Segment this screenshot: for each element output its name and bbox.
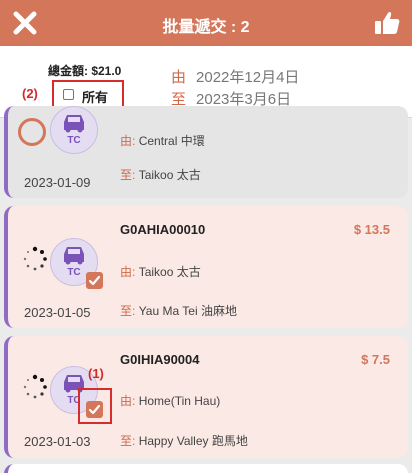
select-all-checkbox[interactable] xyxy=(63,89,74,100)
order-number: G0IHIA90004 xyxy=(120,352,200,367)
status-ring-icon xyxy=(18,118,46,146)
dropoff-location: 至: Taikoo 太古 xyxy=(120,168,201,182)
pickup-location: 由: Taikoo 太古 xyxy=(120,265,201,279)
order-date: 2023-01-03 xyxy=(24,434,91,449)
order-price: $ 7.5 xyxy=(361,352,390,367)
pickup-location: 由: Central 中環 xyxy=(120,134,205,148)
date-from-key: 由 xyxy=(171,69,187,86)
order-number: G0AHIA00010 xyxy=(120,222,206,237)
order-card-partial[interactable] xyxy=(4,464,408,473)
loading-spinner-icon xyxy=(23,374,47,399)
vehicle-tag: TC xyxy=(67,135,81,146)
date-from-row[interactable]: 由 2022年12月4日 xyxy=(171,66,299,87)
loading-spinner-icon xyxy=(23,246,47,271)
order-card[interactable]: G0AHIA00010 $ 13.5 TC 由: Taikoo 太古 至: Ya… xyxy=(4,206,408,328)
order-card[interactable]: G0IHIA90004 $ 7.5 TC (1) 由: Home(Tin Hau… xyxy=(4,336,408,458)
order-price: $ 13.5 xyxy=(353,222,390,237)
total-amount: 總金額: $21.0 xyxy=(48,64,122,78)
select-all-label: 所有 xyxy=(82,90,109,105)
page-title: 批量遞交 : 2 xyxy=(162,19,250,36)
pickup-location: 由: Home(Tin Hau) xyxy=(120,394,221,408)
order-date: 2023-01-05 xyxy=(24,305,91,320)
dropoff-location: 至: Yau Ma Tei 油麻地 xyxy=(120,304,237,318)
header-bar: 批量遞交 : 2 xyxy=(0,0,412,46)
vehicle-icon: TC xyxy=(50,106,98,154)
order-card[interactable]: TC 由: Central 中環 至: Taikoo 太古 2023-01-09 xyxy=(4,106,408,198)
select-all-toggle[interactable]: 所有 xyxy=(52,80,124,108)
annotation-marker-2: (2) xyxy=(22,86,38,101)
order-date: 2023-01-09 xyxy=(24,175,91,190)
annotation-marker-1: (1) xyxy=(88,366,104,381)
thumbs-up-icon[interactable] xyxy=(372,8,402,38)
order-select-checkbox[interactable] xyxy=(86,272,103,289)
dropoff-location: 至: Happy Valley 跑馬地 xyxy=(120,434,248,448)
order-select-checkbox[interactable] xyxy=(86,401,103,418)
date-from-value: 2022年12月4日 xyxy=(196,69,300,86)
